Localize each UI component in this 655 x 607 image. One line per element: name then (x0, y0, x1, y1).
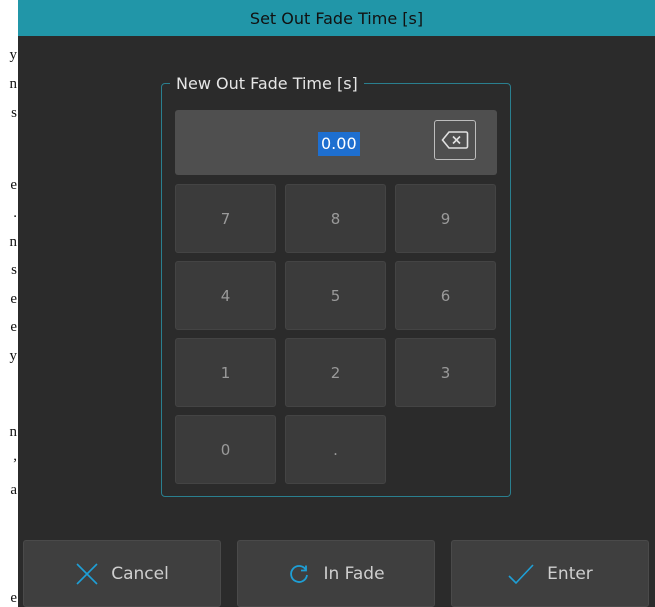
group-label: New Out Fade Time [s] (170, 74, 364, 94)
bg-fragment: , (13, 448, 17, 464)
key-1[interactable]: 1 (175, 338, 276, 407)
dialog-title: Set Out Fade Time [s] (249, 8, 424, 28)
bg-fragment: e (10, 291, 17, 307)
bg-fragment: e (10, 590, 17, 606)
in-fade-button[interactable]: In Fade (237, 540, 435, 607)
bg-fragment: e (10, 177, 17, 193)
checkmark-icon (508, 563, 534, 584)
bg-fragment: n (9, 424, 18, 440)
bg-fragment: . (13, 205, 17, 221)
bg-fragment: y (9, 47, 18, 63)
bg-fragment: s (11, 262, 17, 278)
in-fade-label: In Fade (323, 563, 385, 584)
bg-fragment: y (9, 348, 18, 364)
value-field[interactable]: 0.00 (318, 132, 360, 156)
x-icon (76, 562, 98, 585)
bg-fragment: e (10, 319, 17, 335)
bg-fragment: n (9, 76, 18, 92)
bg-fragment: s (11, 105, 17, 121)
set-out-fade-time-dialog: Set Out Fade Time [s] New Out Fade Time … (18, 0, 655, 607)
enter-button[interactable]: Enter (451, 540, 649, 607)
dialog-title-bar: Set Out Fade Time [s] (18, 0, 655, 36)
background-document: y n s e . n s e e y n , a e (0, 0, 18, 607)
enter-label: Enter (547, 563, 593, 584)
backspace-icon (441, 131, 469, 149)
value-display[interactable]: 0.00 (175, 110, 497, 175)
key-7[interactable]: 7 (175, 184, 276, 253)
key-9[interactable]: 9 (395, 184, 496, 253)
refresh-icon (290, 564, 309, 583)
key-8[interactable]: 8 (285, 184, 386, 253)
key-5[interactable]: 5 (285, 261, 386, 330)
backspace-button[interactable] (434, 120, 476, 160)
bg-fragment: n (9, 234, 18, 250)
key-decimal-point[interactable]: . (285, 415, 386, 484)
key-0[interactable]: 0 (175, 415, 276, 484)
key-3[interactable]: 3 (395, 338, 496, 407)
key-6[interactable]: 6 (395, 261, 496, 330)
key-4[interactable]: 4 (175, 261, 276, 330)
key-2[interactable]: 2 (285, 338, 386, 407)
cancel-button[interactable]: Cancel (23, 540, 221, 607)
cancel-label: Cancel (111, 563, 169, 584)
bg-fragment: a (10, 482, 17, 498)
